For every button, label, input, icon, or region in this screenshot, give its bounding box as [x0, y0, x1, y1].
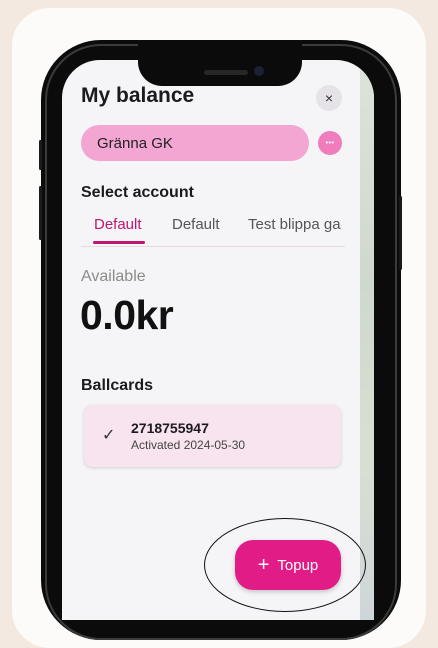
tab-default-1[interactable]: Default: [94, 216, 142, 233]
check-icon: ✓: [102, 427, 116, 444]
phone-camera: [254, 66, 264, 76]
more-icon: •••: [325, 139, 335, 147]
highlight-circle-annotation: [204, 518, 366, 612]
available-label: Available: [81, 268, 146, 285]
balance-amount: 0.0kr: [80, 292, 174, 338]
background-map-strip: [360, 60, 374, 620]
page-title: My balance: [81, 84, 195, 107]
ballcard-item[interactable]: ✓ 2718755947 Activated 2024-05-30: [84, 405, 341, 467]
phone-side-button-left-2: [39, 186, 42, 240]
active-tab-indicator: [93, 241, 145, 244]
tab-test-blippa[interactable]: Test blippa ga: [248, 216, 341, 233]
ballcard-number: 2718755947: [131, 420, 209, 436]
close-button[interactable]: ×: [316, 85, 342, 111]
account-tabs: Default Default Test blippa ga: [81, 214, 345, 247]
phone-notch: [138, 40, 302, 86]
phone-speaker: [204, 70, 248, 75]
club-name: Gränna GK: [97, 134, 173, 152]
phone-side-button-right: [399, 196, 402, 270]
ballcards-heading: Ballcards: [81, 377, 154, 394]
close-icon: ×: [324, 90, 334, 106]
club-selector[interactable]: Gränna GK: [81, 125, 309, 161]
select-account-heading: Select account: [81, 184, 194, 201]
tab-default-2[interactable]: Default: [172, 216, 220, 233]
phone-side-button-left-1: [39, 140, 42, 170]
ballcard-activated-date: Activated 2024-05-30: [131, 438, 246, 452]
club-more-button[interactable]: •••: [318, 131, 342, 155]
